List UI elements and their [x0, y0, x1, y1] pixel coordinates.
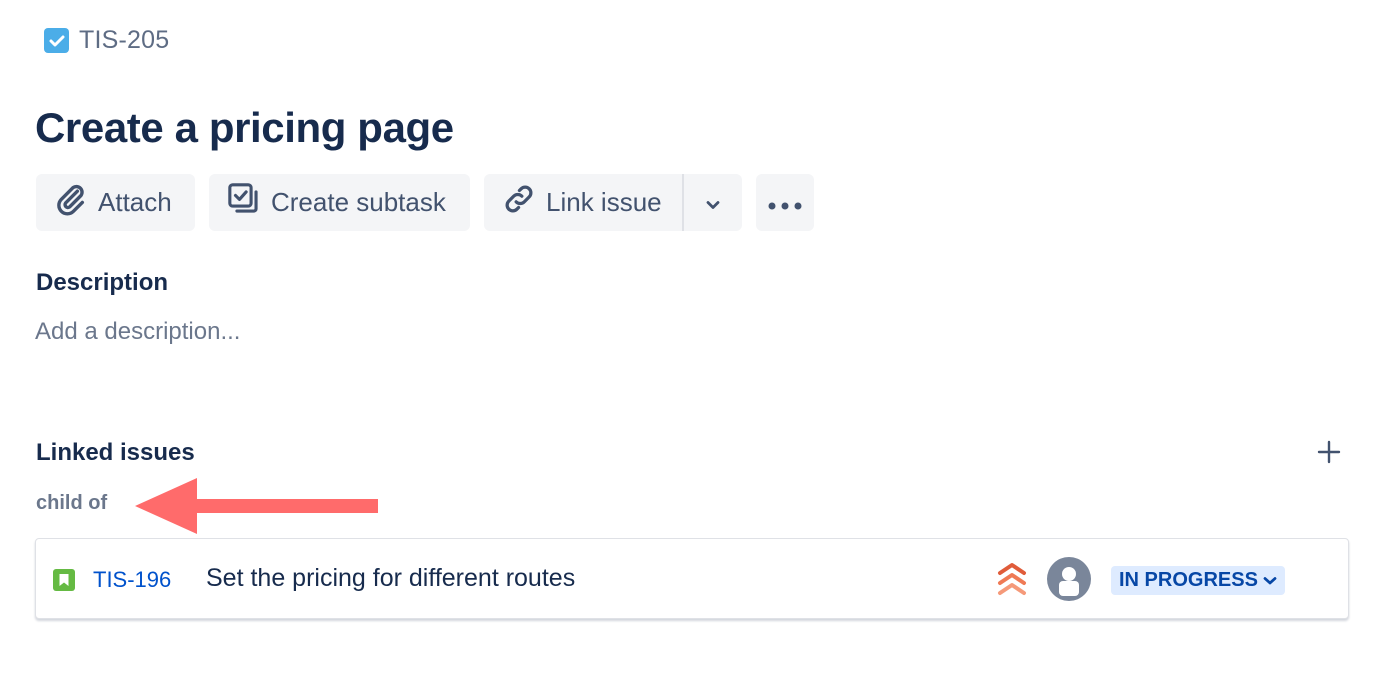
- issue-key[interactable]: TIS-205: [79, 26, 169, 55]
- link-icon: [502, 182, 536, 223]
- more-horizontal-icon: [767, 187, 803, 218]
- more-actions-button[interactable]: [756, 174, 814, 231]
- link-issue-dropdown-button[interactable]: [684, 174, 742, 231]
- link-issue-button[interactable]: Link issue: [484, 174, 682, 231]
- status-label: IN PROGRESS: [1119, 569, 1258, 591]
- status-dropdown[interactable]: IN PROGRESS: [1111, 566, 1285, 595]
- link-issue-split-button: Link issue: [484, 174, 742, 231]
- issue-title[interactable]: Create a pricing page: [35, 104, 454, 152]
- issue-key-breadcrumb: TIS-205: [44, 26, 169, 55]
- assignee-avatar[interactable]: [1047, 557, 1091, 601]
- attach-button[interactable]: Attach: [36, 174, 195, 231]
- issue-toolbar: Attach Create subtask Link issue: [36, 174, 814, 231]
- link-relation-label: child of: [36, 492, 108, 514]
- description-heading: Description: [36, 269, 169, 296]
- create-subtask-label: Create subtask: [271, 187, 446, 217]
- chevron-down-icon: [705, 187, 721, 218]
- linked-issue-summary[interactable]: Set the pricing for different routes: [206, 564, 575, 593]
- story-bookmark-icon: [53, 569, 75, 591]
- attach-label: Attach: [98, 187, 172, 217]
- priority-highest-icon: [996, 561, 1028, 602]
- chevron-down-icon: [1263, 569, 1277, 592]
- annotation-arrow: [135, 478, 378, 534]
- description-input[interactable]: Add a description...: [35, 318, 240, 346]
- linked-issues-heading: Linked issues: [36, 439, 195, 466]
- linked-issue-key[interactable]: TIS-196: [93, 567, 171, 593]
- paperclip-icon: [54, 182, 88, 223]
- create-subtask-button[interactable]: Create subtask: [209, 174, 470, 231]
- linked-issue-row[interactable]: TIS-196 Set the pricing for different ro…: [35, 538, 1349, 619]
- add-linked-issue-button[interactable]: [1313, 438, 1345, 470]
- plus-icon: [1317, 440, 1341, 469]
- subtask-icon: [227, 182, 261, 223]
- task-checkbox-icon: [44, 28, 69, 53]
- link-issue-label: Link issue: [546, 187, 662, 217]
